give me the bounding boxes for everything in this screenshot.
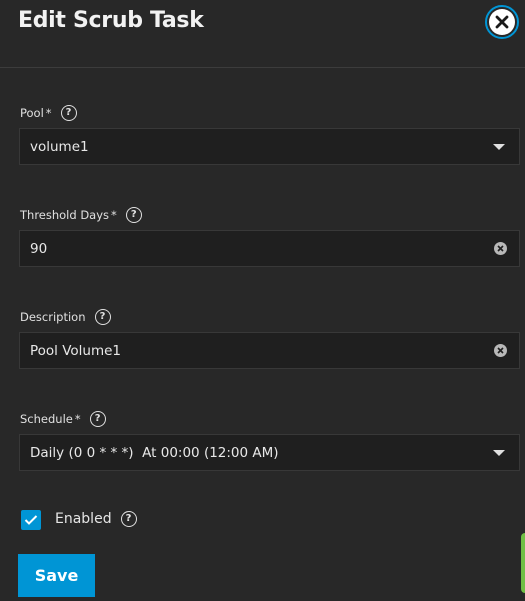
schedule-label: Schedule * ? bbox=[20, 411, 106, 427]
schedule-select-value: Daily (0 0 * * *) At 00:00 (12:00 AM) bbox=[30, 444, 279, 461]
pool-select-value: volume1 bbox=[30, 138, 89, 155]
pool-select[interactable]: volume1 bbox=[19, 128, 520, 165]
pool-label: Pool * ? bbox=[20, 105, 77, 121]
pool-label-text: Pool bbox=[20, 106, 44, 120]
schedule-label-text: Schedule bbox=[20, 412, 73, 426]
chevron-down-icon bbox=[493, 450, 505, 456]
side-tab-handle[interactable] bbox=[521, 533, 525, 593]
help-icon[interactable]: ? bbox=[89, 411, 106, 427]
close-button[interactable] bbox=[485, 5, 519, 39]
chevron-down-icon bbox=[493, 144, 505, 150]
check-icon bbox=[24, 515, 38, 525]
description-label-text: Description bbox=[20, 310, 86, 324]
required-mark: * bbox=[111, 208, 117, 222]
threshold-days-label: Threshold Days * ? bbox=[20, 207, 142, 223]
required-mark: * bbox=[45, 106, 52, 120]
enabled-checkbox[interactable] bbox=[21, 510, 41, 530]
help-icon[interactable]: ? bbox=[94, 309, 111, 325]
help-icon[interactable]: ? bbox=[120, 511, 137, 527]
dialog-header: Edit Scrub Task bbox=[0, 0, 525, 68]
threshold-days-label-text: Threshold Days bbox=[20, 208, 110, 222]
description-value: Pool Volume1 bbox=[30, 342, 122, 359]
dialog-title: Edit Scrub Task bbox=[18, 8, 204, 33]
description-label: Description ? bbox=[20, 309, 111, 325]
required-mark: * bbox=[74, 412, 81, 426]
schedule-select[interactable]: Daily (0 0 * * *) At 00:00 (12:00 AM) bbox=[19, 434, 520, 471]
save-button[interactable]: Save bbox=[18, 554, 95, 597]
enabled-label-text[interactable]: Enabled bbox=[55, 511, 112, 527]
clear-icon[interactable] bbox=[494, 344, 507, 357]
enabled-label: Enabled ? bbox=[55, 511, 137, 527]
threshold-days-input[interactable]: 90 bbox=[19, 230, 520, 267]
threshold-days-value: 90 bbox=[30, 240, 48, 257]
description-input[interactable]: Pool Volume1 bbox=[19, 332, 520, 369]
clear-icon[interactable] bbox=[494, 242, 507, 255]
help-icon[interactable]: ? bbox=[125, 207, 142, 223]
help-icon[interactable]: ? bbox=[60, 105, 77, 121]
close-icon bbox=[489, 9, 515, 35]
